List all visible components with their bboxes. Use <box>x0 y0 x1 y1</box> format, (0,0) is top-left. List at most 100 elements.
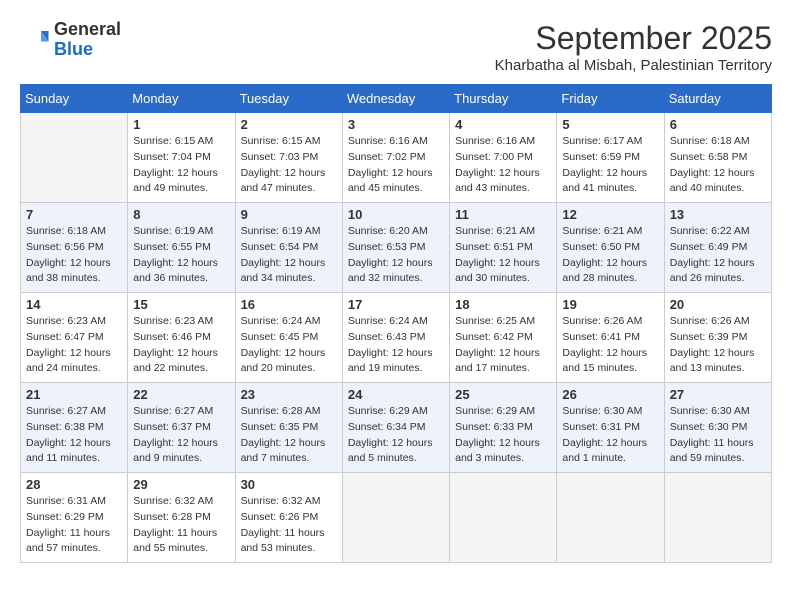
day-detail: Sunrise: 6:25 AMSunset: 6:42 PMDaylight:… <box>455 314 551 377</box>
day-detail: Sunrise: 6:30 AMSunset: 6:30 PMDaylight:… <box>670 404 766 467</box>
calendar-cell: 9 Sunrise: 6:19 AMSunset: 6:54 PMDaylight… <box>235 203 342 293</box>
day-number: 25 <box>455 387 551 402</box>
day-detail: Sunrise: 6:17 AMSunset: 6:59 PMDaylight:… <box>562 134 658 197</box>
week-row-1: 1 Sunrise: 6:15 AMSunset: 7:04 PMDaylight… <box>21 113 772 203</box>
day-detail: Sunrise: 6:23 AMSunset: 6:47 PMDaylight:… <box>26 314 122 377</box>
calendar-cell: 24Sunrise: 6:29 AMSunset: 6:34 PMDayligh… <box>342 383 449 473</box>
calendar-cell: 29 Sunrise: 6:32 AMSunset: 6:28 PMDayligh… <box>128 473 235 563</box>
day-detail: Sunrise: 6:31 AMSunset: 6:29 PMDaylight:… <box>26 494 122 557</box>
day-detail: Sunrise: 6:19 AMSunset: 6:55 PMDaylight:… <box>133 224 229 287</box>
calendar-cell: 2 Sunrise: 6:15 AMSunset: 7:03 PMDaylight… <box>235 113 342 203</box>
calendar-cell: 20Sunrise: 6:26 AMSunset: 6:39 PMDayligh… <box>664 293 771 383</box>
day-number: 13 <box>670 207 766 222</box>
calendar-cell <box>21 113 128 203</box>
calendar: SundayMondayTuesdayWednesdayThursdayFrid… <box>20 84 772 563</box>
logo: General Blue <box>20 20 121 60</box>
day-number: 14 <box>26 297 122 312</box>
calendar-cell: 17 Sunrise: 6:24 AMSunset: 6:43 PMDayligh… <box>342 293 449 383</box>
calendar-cell: 12 Sunrise: 6:21 AMSunset: 6:50 PMDayligh… <box>557 203 664 293</box>
day-number: 6 <box>670 117 766 132</box>
calendar-cell: 11 Sunrise: 6:21 AMSunset: 6:51 PMDayligh… <box>450 203 557 293</box>
calendar-cell: 19Sunrise: 6:26 AMSunset: 6:41 PMDayligh… <box>557 293 664 383</box>
day-detail: Sunrise: 6:29 AMSunset: 6:33 PMDaylight:… <box>455 404 551 467</box>
day-detail: Sunrise: 6:21 AMSunset: 6:50 PMDaylight:… <box>562 224 658 287</box>
calendar-cell <box>450 473 557 563</box>
day-number: 11 <box>455 207 551 222</box>
header-monday: Monday <box>128 85 235 113</box>
week-row-4: 21Sunrise: 6:27 AMSunset: 6:38 PMDayligh… <box>21 383 772 473</box>
day-detail: Sunrise: 6:18 AMSunset: 6:56 PMDaylight:… <box>26 224 122 287</box>
day-number: 10 <box>348 207 444 222</box>
day-detail: Sunrise: 6:28 AMSunset: 6:35 PMDaylight:… <box>241 404 337 467</box>
week-row-3: 14 Sunrise: 6:23 AMSunset: 6:47 PMDayligh… <box>21 293 772 383</box>
day-number: 2 <box>241 117 337 132</box>
day-number: 21 <box>26 387 122 402</box>
day-detail: Sunrise: 6:22 AMSunset: 6:49 PMDaylight:… <box>670 224 766 287</box>
day-number: 8 <box>133 207 229 222</box>
calendar-cell: 10 Sunrise: 6:20 AMSunset: 6:53 PMDayligh… <box>342 203 449 293</box>
day-detail: Sunrise: 6:32 AMSunset: 6:28 PMDaylight:… <box>133 494 229 557</box>
calendar-cell: 26 Sunrise: 6:30 AMSunset: 6:31 PMDayligh… <box>557 383 664 473</box>
calendar-cell: 25 Sunrise: 6:29 AMSunset: 6:33 PMDayligh… <box>450 383 557 473</box>
logo-blue: Blue <box>54 40 121 60</box>
day-number: 22 <box>133 387 229 402</box>
header-sunday: Sunday <box>21 85 128 113</box>
page-header: General Blue September 2025 Kharbatha al… <box>20 20 772 74</box>
calendar-header-row: SundayMondayTuesdayWednesdayThursdayFrid… <box>21 85 772 113</box>
calendar-cell: 21Sunrise: 6:27 AMSunset: 6:38 PMDayligh… <box>21 383 128 473</box>
day-number: 27 <box>670 387 766 402</box>
calendar-cell: 15Sunrise: 6:23 AMSunset: 6:46 PMDayligh… <box>128 293 235 383</box>
logo-icon <box>20 25 50 55</box>
calendar-cell: 30 Sunrise: 6:32 AMSunset: 6:26 PMDayligh… <box>235 473 342 563</box>
day-number: 9 <box>241 207 337 222</box>
calendar-cell: 6 Sunrise: 6:18 AMSunset: 6:58 PMDaylight… <box>664 113 771 203</box>
day-detail: Sunrise: 6:19 AMSunset: 6:54 PMDaylight:… <box>241 224 337 287</box>
day-detail: Sunrise: 6:27 AMSunset: 6:37 PMDaylight:… <box>133 404 229 467</box>
header-friday: Friday <box>557 85 664 113</box>
day-detail: Sunrise: 6:15 AMSunset: 7:04 PMDaylight:… <box>133 134 229 197</box>
calendar-cell: 14 Sunrise: 6:23 AMSunset: 6:47 PMDayligh… <box>21 293 128 383</box>
calendar-cell: 23 Sunrise: 6:28 AMSunset: 6:35 PMDayligh… <box>235 383 342 473</box>
day-detail: Sunrise: 6:16 AMSunset: 7:00 PMDaylight:… <box>455 134 551 197</box>
day-number: 17 <box>348 297 444 312</box>
day-number: 28 <box>26 477 122 492</box>
calendar-cell <box>664 473 771 563</box>
day-number: 30 <box>241 477 337 492</box>
calendar-cell <box>557 473 664 563</box>
day-number: 16 <box>241 297 337 312</box>
day-detail: Sunrise: 6:30 AMSunset: 6:31 PMDaylight:… <box>562 404 658 467</box>
calendar-cell: 1 Sunrise: 6:15 AMSunset: 7:04 PMDaylight… <box>128 113 235 203</box>
calendar-cell: 16Sunrise: 6:24 AMSunset: 6:45 PMDayligh… <box>235 293 342 383</box>
day-number: 3 <box>348 117 444 132</box>
day-number: 20 <box>670 297 766 312</box>
title-block: September 2025 Kharbatha al Misbah, Pale… <box>495 20 772 74</box>
day-detail: Sunrise: 6:20 AMSunset: 6:53 PMDaylight:… <box>348 224 444 287</box>
location-title: Kharbatha al Misbah, Palestinian Territo… <box>495 57 772 74</box>
day-detail: Sunrise: 6:32 AMSunset: 6:26 PMDaylight:… <box>241 494 337 557</box>
logo-general: General <box>54 20 121 40</box>
day-detail: Sunrise: 6:15 AMSunset: 7:03 PMDaylight:… <box>241 134 337 197</box>
day-number: 24 <box>348 387 444 402</box>
logo-text: General Blue <box>54 20 121 60</box>
calendar-cell: 4Sunrise: 6:16 AMSunset: 7:00 PMDaylight… <box>450 113 557 203</box>
header-thursday: Thursday <box>450 85 557 113</box>
calendar-cell: 7Sunrise: 6:18 AMSunset: 6:56 PMDaylight… <box>21 203 128 293</box>
month-title: September 2025 <box>495 20 772 57</box>
day-number: 19 <box>562 297 658 312</box>
calendar-cell: 3Sunrise: 6:16 AMSunset: 7:02 PMDaylight… <box>342 113 449 203</box>
calendar-cell: 18 Sunrise: 6:25 AMSunset: 6:42 PMDayligh… <box>450 293 557 383</box>
day-detail: Sunrise: 6:21 AMSunset: 6:51 PMDaylight:… <box>455 224 551 287</box>
day-number: 29 <box>133 477 229 492</box>
week-row-5: 28 Sunrise: 6:31 AMSunset: 6:29 PMDayligh… <box>21 473 772 563</box>
day-number: 1 <box>133 117 229 132</box>
day-number: 26 <box>562 387 658 402</box>
day-number: 5 <box>562 117 658 132</box>
calendar-cell: 13 Sunrise: 6:22 AMSunset: 6:49 PMDayligh… <box>664 203 771 293</box>
header-tuesday: Tuesday <box>235 85 342 113</box>
day-detail: Sunrise: 6:18 AMSunset: 6:58 PMDaylight:… <box>670 134 766 197</box>
calendar-cell: 5 Sunrise: 6:17 AMSunset: 6:59 PMDaylight… <box>557 113 664 203</box>
day-detail: Sunrise: 6:24 AMSunset: 6:43 PMDaylight:… <box>348 314 444 377</box>
day-number: 12 <box>562 207 658 222</box>
day-number: 23 <box>241 387 337 402</box>
day-number: 18 <box>455 297 551 312</box>
